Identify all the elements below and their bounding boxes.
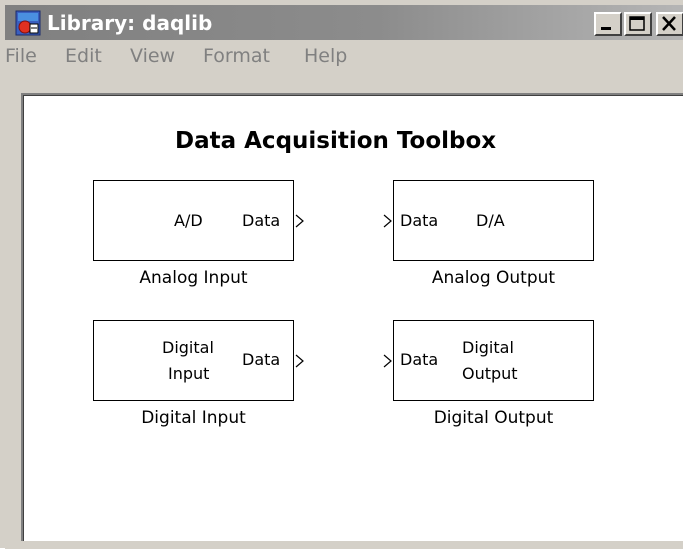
menu-help[interactable]: Help <box>304 41 347 71</box>
canvas-border-top <box>23 95 683 96</box>
library-title: Data Acquisition Toolbox <box>175 128 497 154</box>
library-canvas[interactable] <box>21 93 683 541</box>
analog-input-block[interactable]: A/D Data <box>93 180 294 261</box>
simulink-library-icon <box>15 10 41 36</box>
analog-input-outport-icon[interactable] <box>295 214 305 228</box>
analog-output-inport-label: Data <box>400 211 439 230</box>
digital-input-inner-text-line1: Digital <box>162 338 214 357</box>
close-icon <box>662 16 676 31</box>
analog-input-outport-label: Data <box>242 211 281 230</box>
canvas-border-left <box>23 95 24 541</box>
digital-input-outport-icon[interactable] <box>295 354 305 368</box>
digital-input-inner-text-line2: Input <box>168 364 210 383</box>
digital-input-outport-label: Data <box>242 350 281 369</box>
close-button[interactable] <box>656 12 683 36</box>
analog-input-inner-text: A/D <box>174 211 203 230</box>
menu-edit[interactable]: Edit <box>65 41 102 71</box>
digital-input-block[interactable]: Digital Input Data <box>93 320 294 401</box>
menu-bar: File Edit View Format Help <box>5 41 683 71</box>
window-title: Library: daqlib <box>47 11 213 35</box>
title-bar[interactable]: Library: daqlib <box>5 5 683 40</box>
library-window: Library: daqlib File Edit View Format He… <box>0 0 683 549</box>
digital-output-inport-label: Data <box>400 350 439 369</box>
menu-file[interactable]: File <box>5 41 37 71</box>
analog-output-label: Analog Output <box>431 268 556 288</box>
digital-output-label: Digital Output <box>433 408 554 428</box>
maximize-button[interactable] <box>624 12 652 36</box>
maximize-icon <box>629 16 645 31</box>
digital-output-inport-icon[interactable] <box>383 354 393 368</box>
digital-output-block[interactable]: Data Digital Output <box>393 320 594 401</box>
digital-output-inner-text-line2: Output <box>462 364 518 383</box>
digital-input-label: Digital Input <box>141 408 246 428</box>
analog-output-inport-icon[interactable] <box>383 214 393 228</box>
analog-output-inner-text: D/A <box>476 211 505 230</box>
minimize-icon <box>601 27 611 30</box>
digital-output-inner-text-line1: Digital <box>462 338 514 357</box>
minimize-button[interactable] <box>594 12 622 36</box>
analog-input-label: Analog Input <box>139 268 248 288</box>
analog-output-block[interactable]: Data D/A <box>393 180 594 261</box>
menu-format[interactable]: Format <box>203 41 270 71</box>
menu-view[interactable]: View <box>130 41 175 71</box>
